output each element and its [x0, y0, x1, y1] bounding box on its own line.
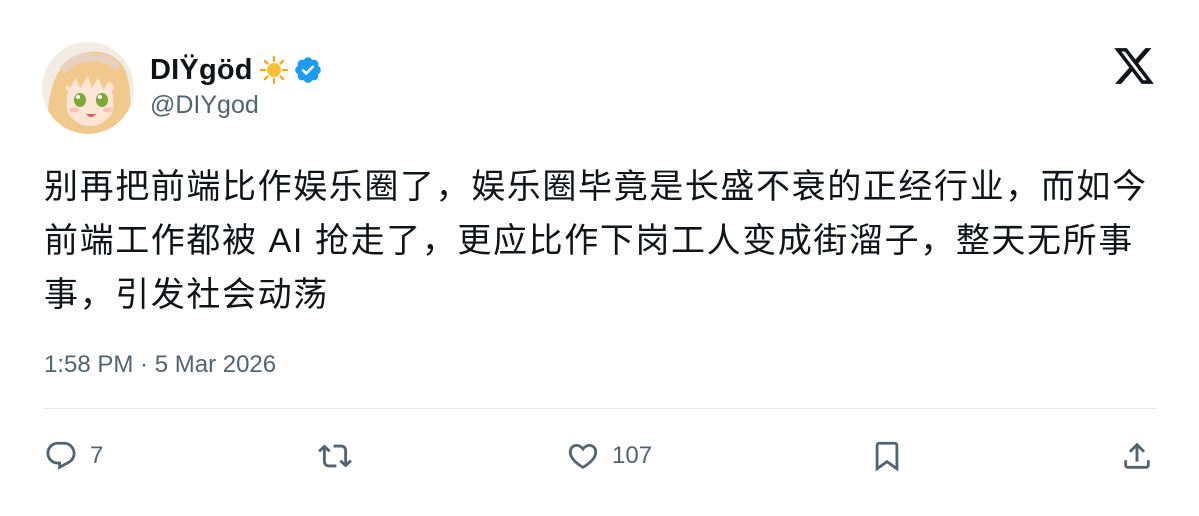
like-count: 107	[612, 442, 653, 469]
tweet-card: DIŸgöd @DIYgod 别再把前端比作娱乐圈了，娱乐圈毕竟是长盛不衰的正经…	[0, 0, 1199, 516]
bookmark-icon	[875, 441, 899, 472]
like-button[interactable]: 107	[566, 438, 652, 474]
divider	[44, 408, 1156, 409]
share-button[interactable]	[1120, 438, 1154, 474]
avatar-image	[42, 42, 134, 134]
share-icon	[1124, 442, 1150, 469]
reply-button[interactable]: 7	[44, 438, 103, 474]
display-name[interactable]: DIŸgöd	[150, 52, 253, 88]
tweet-text: 别再把前端比作娱乐圈了，娱乐圈毕竟是长盛不衰的正经行业，而如今 前端工作都被 A…	[44, 168, 1148, 314]
reply-icon	[46, 441, 76, 470]
verified-badge-icon[interactable]	[293, 55, 323, 85]
retweet-icon	[318, 444, 352, 468]
bookmark-button[interactable]	[870, 438, 904, 474]
reply-count: 7	[90, 442, 104, 469]
author-handle[interactable]: @DIYgod	[150, 89, 259, 121]
heart-icon	[568, 443, 598, 469]
sun-icon	[259, 55, 289, 85]
x-logo-icon[interactable]	[1112, 44, 1156, 88]
avatar[interactable]	[42, 42, 134, 134]
retweet-button[interactable]	[318, 438, 364, 474]
author-name-row: DIŸgöd	[150, 52, 323, 88]
tweet-timestamp[interactable]: 1:58 PM · 5 Mar 2026	[44, 349, 276, 381]
